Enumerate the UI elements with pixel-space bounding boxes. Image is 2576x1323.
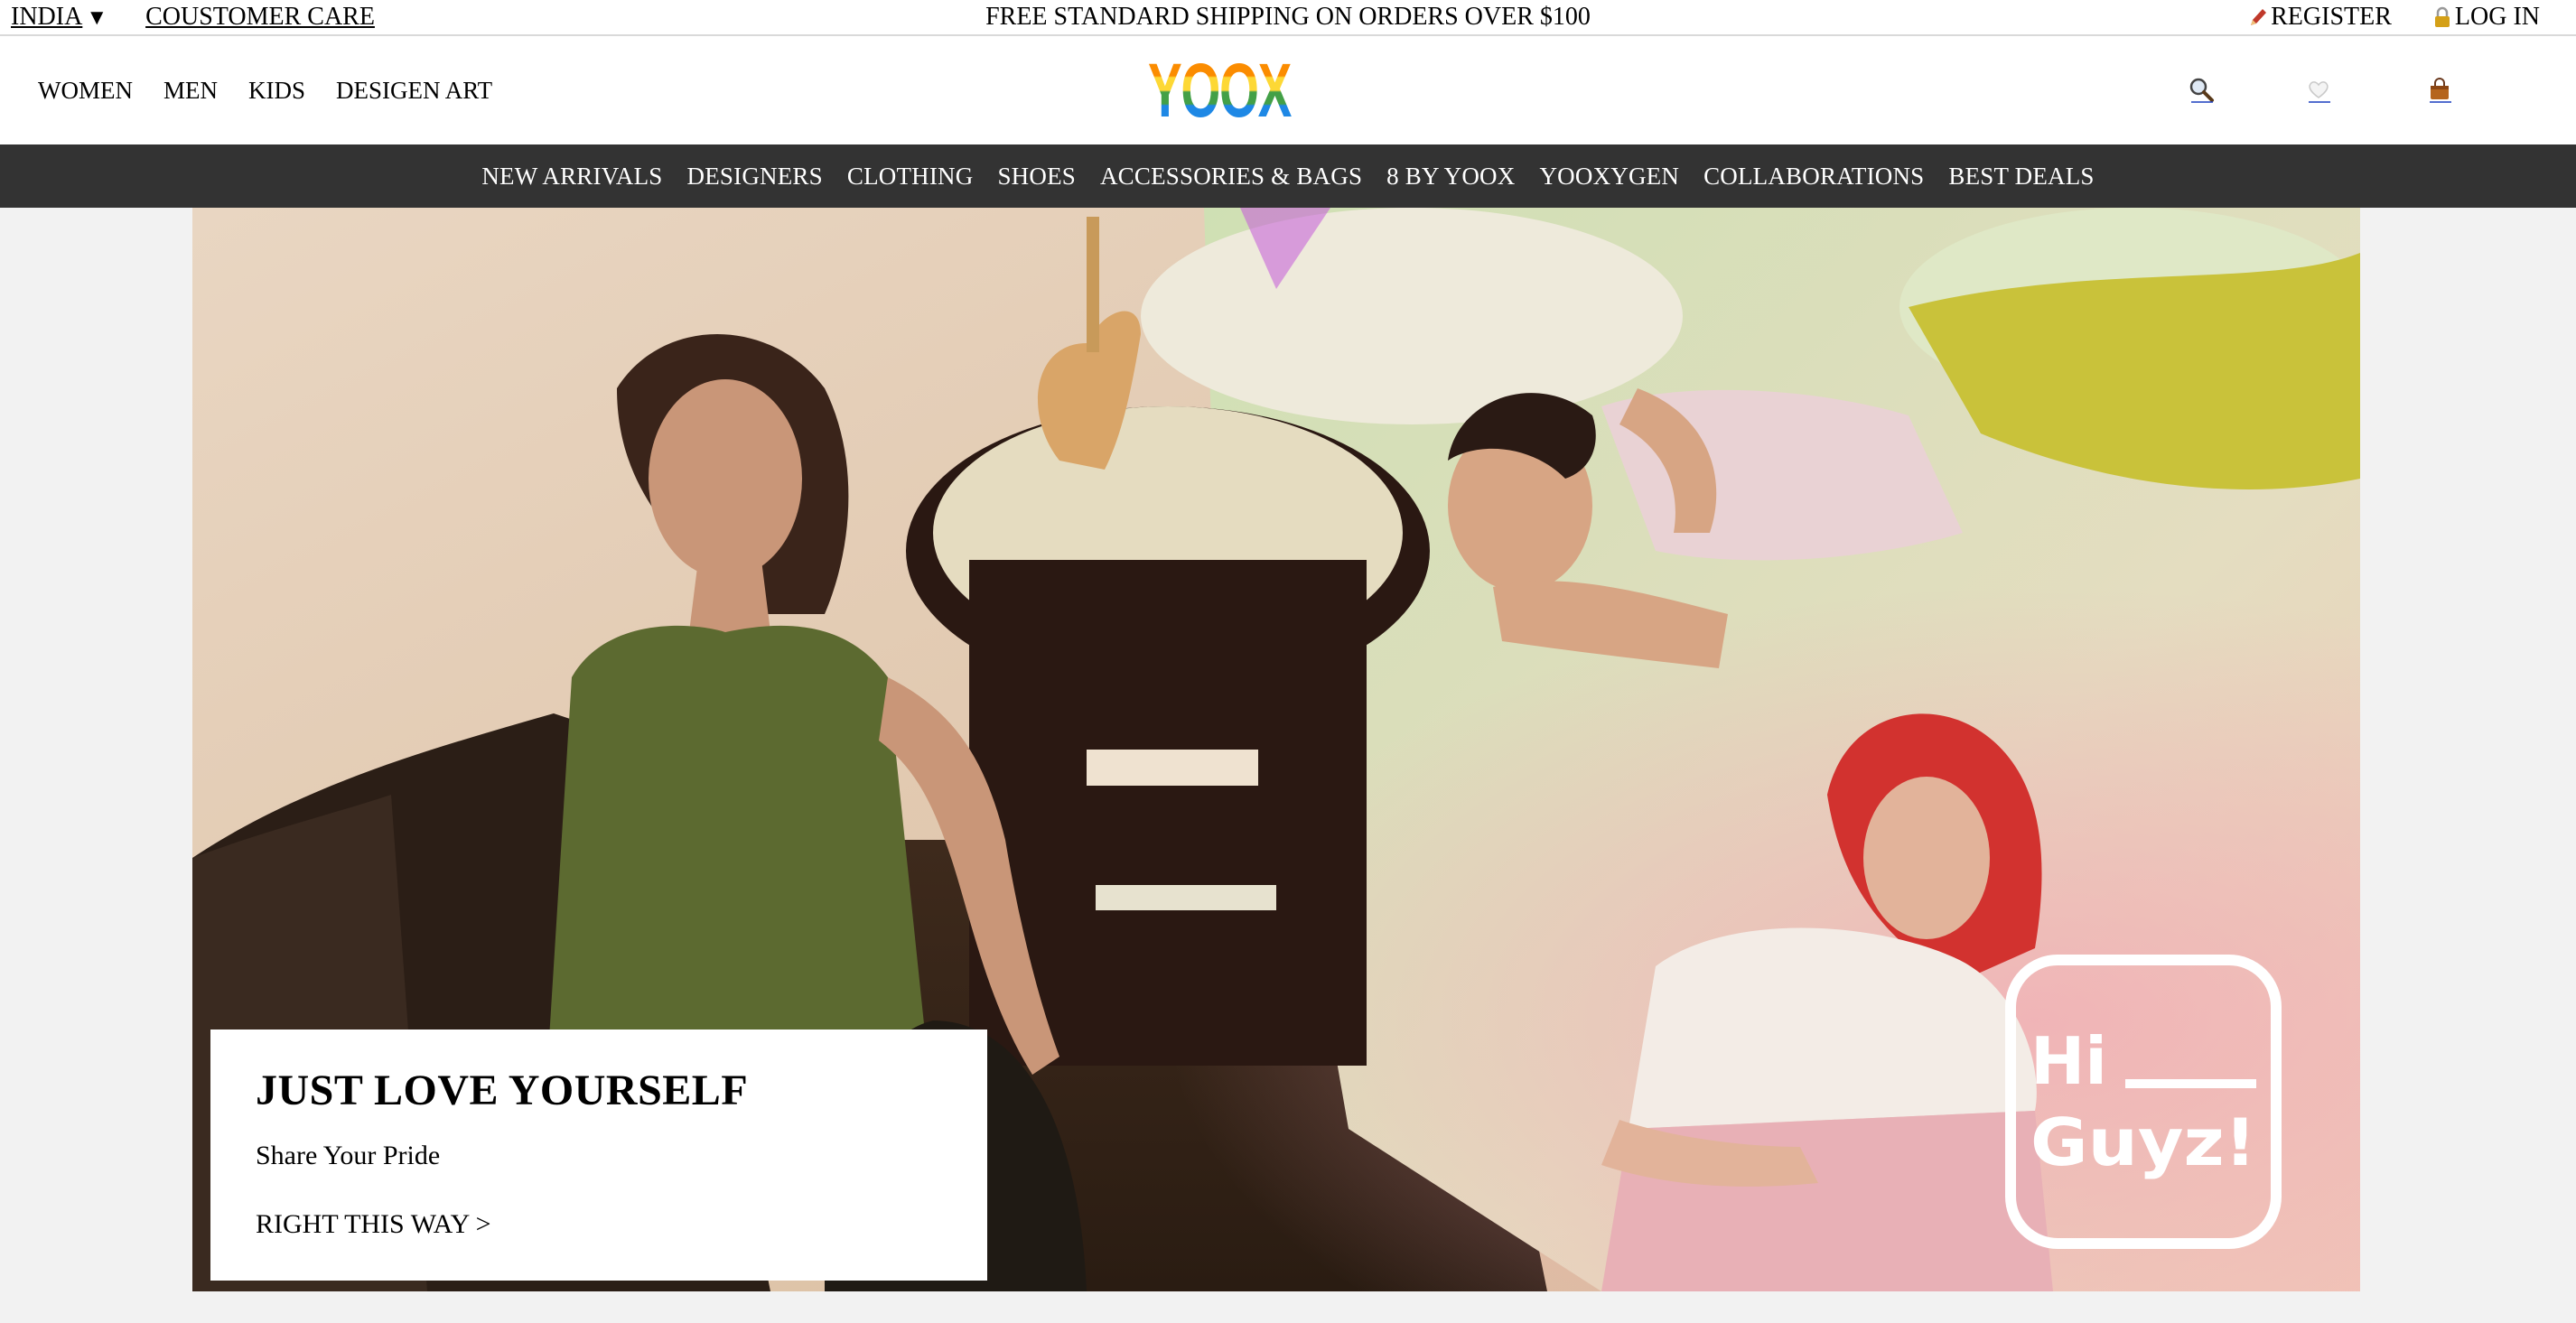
promo-cta-link[interactable]: RIGHT THIS WAY > <box>256 1207 987 1243</box>
nav-accessories-bags[interactable]: ACCESSORIES & BAGS <box>1100 163 1362 191</box>
logo-text: YOOX <box>1148 49 1292 130</box>
login-label: LOG IN <box>2454 3 2540 31</box>
search-icon[interactable] <box>2186 74 2217 105</box>
caret-down-icon: ▼ <box>86 6 108 30</box>
category-women[interactable]: WOMEN <box>38 77 133 105</box>
pencil-icon <box>2247 5 2269 30</box>
nav-best-deals[interactable]: BEST DEALS <box>1948 163 2094 191</box>
nav-8-by-yoox[interactable]: 8 BY YOOX <box>1386 163 1515 191</box>
register-link[interactable]: REGISTER <box>2247 3 2392 32</box>
customer-care-link[interactable]: COUSTOMER CARE <box>145 3 375 32</box>
badge-line-2: Guyz! <box>2030 1104 2256 1180</box>
category-design-art[interactable]: DESIGEN ART <box>336 77 492 105</box>
category-men[interactable]: MEN <box>163 77 218 105</box>
header-icons <box>2124 36 2576 144</box>
lock-icon <box>2431 5 2453 30</box>
shipping-banner: FREE STANDARD SHIPPING ON ORDERS OVER $1… <box>0 0 2576 34</box>
bag-icon[interactable] <box>2424 74 2455 105</box>
promo-card: JUST LOVE YOURSELF Share Your Pride RIGH… <box>210 1030 987 1281</box>
hi-guyz-badge: Hi Guyz! <box>2005 955 2282 1249</box>
promo-title: JUST LOVE YOURSELF <box>256 1067 749 1114</box>
shipping-notice: FREE STANDARD SHIPPING ON ORDERS OVER $1… <box>985 3 1591 31</box>
country-label: INDIA <box>11 3 83 31</box>
main-navigation: NEW ARRIVALS DESIGNERS CLOTHING SHOES AC… <box>0 144 2576 208</box>
register-label: REGISTER <box>2271 3 2392 31</box>
heart-icon[interactable] <box>2303 74 2334 105</box>
nav-clothing[interactable]: CLOTHING <box>847 163 974 191</box>
account-links: REGISTER LOG IN <box>2247 0 2540 34</box>
yoox-logo[interactable]: YOOX <box>1138 49 1301 130</box>
utility-bar: INDIA ▼ COUSTOMER CARE FREE STANDARD SHIP… <box>0 0 2576 36</box>
category-kids[interactable]: KIDS <box>248 77 305 105</box>
utility-bar-left: INDIA ▼ COUSTOMER CARE <box>11 0 375 34</box>
nav-shoes[interactable]: SHOES <box>997 163 1076 191</box>
site-header: WOMEN MEN KIDS DESIGEN ART YOOX <box>0 36 2576 144</box>
gender-categories: WOMEN MEN KIDS DESIGEN ART <box>38 36 492 144</box>
country-selector[interactable]: INDIA ▼ <box>11 3 107 32</box>
promo-subtitle: Share Your Pride <box>256 1141 441 1170</box>
badge-line-1: Hi <box>2030 1023 2107 1099</box>
nav-collaborations[interactable]: COLLABORATIONS <box>1703 163 1924 191</box>
nav-new-arrivals[interactable]: NEW ARRIVALS <box>481 163 662 191</box>
nav-designers[interactable]: DESIGNERS <box>687 163 823 191</box>
login-link[interactable]: LOG IN <box>2431 3 2540 32</box>
nav-yooxygen[interactable]: YOOXYGEN <box>1539 163 1679 191</box>
